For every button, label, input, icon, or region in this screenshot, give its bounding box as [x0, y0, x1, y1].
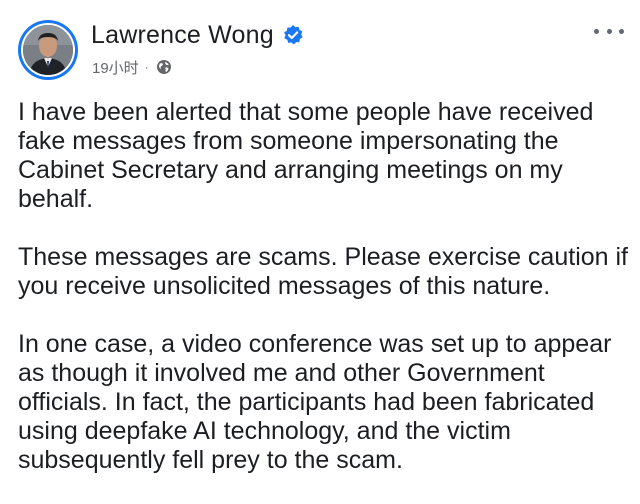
author-name[interactable]: Lawrence Wong: [91, 21, 274, 50]
post-body: I have been alerted that some people hav…: [18, 98, 628, 504]
globe-icon[interactable]: [156, 59, 172, 75]
post-paragraph: These messages are scams. Please exercis…: [18, 243, 628, 300]
avatar[interactable]: [18, 20, 78, 80]
profile-photo: [23, 25, 73, 75]
post-timestamp[interactable]: 19小时: [92, 57, 139, 78]
post-paragraph: In one case, a video conference was set …: [18, 330, 612, 474]
facebook-post: Lawrence Wong 19小时 · I have been alerted…: [0, 0, 640, 503]
post-paragraph: I have been alerted that some people hav…: [18, 98, 594, 213]
post-header: Lawrence Wong 19小时 ·: [18, 18, 628, 82]
meta-separator: ·: [144, 60, 149, 74]
verified-badge-icon: [282, 24, 304, 46]
more-options-icon[interactable]: [594, 20, 624, 42]
